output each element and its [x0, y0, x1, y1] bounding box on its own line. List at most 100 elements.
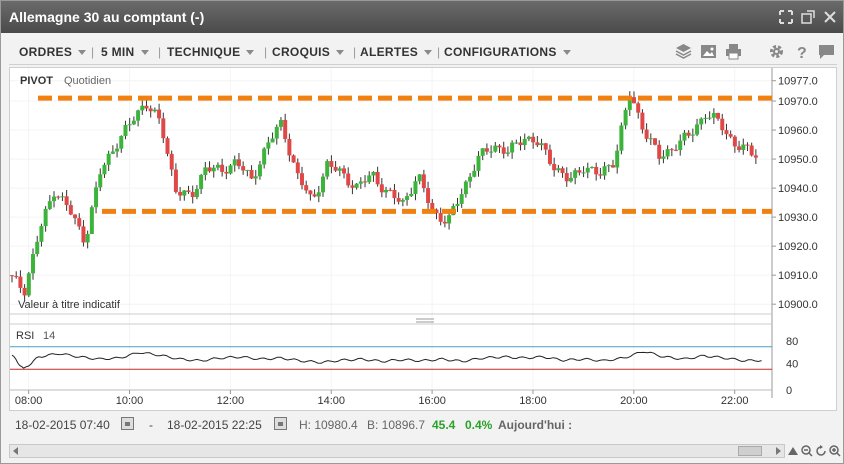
candle	[585, 162, 590, 179]
indicative-note: Valeur à titre indicatif	[18, 299, 121, 311]
rsi-tick-label: 0	[786, 385, 792, 397]
price-chart[interactable]: 10977.0 10970.0 10960.0 10950.0 10940.0 10930…	[10, 68, 838, 412]
candle	[106, 150, 111, 171]
candle	[94, 181, 99, 214]
menu-timeframe[interactable]: 5 MIN	[101, 45, 149, 59]
scroll-right-icon[interactable]	[776, 447, 781, 455]
candle	[657, 140, 662, 165]
candle	[73, 214, 78, 225]
rsi-tick-label: 40	[786, 359, 798, 371]
candle	[737, 140, 742, 153]
candle	[123, 120, 128, 140]
pivot-label: PIVOT	[20, 75, 53, 87]
to-date[interactable]: 18-02-2015 22:25	[167, 418, 262, 432]
candle	[623, 107, 628, 130]
candle	[165, 136, 170, 157]
candle	[602, 162, 607, 180]
menu-orders[interactable]: ORDRES	[19, 45, 87, 59]
print-icon[interactable]	[725, 43, 742, 60]
candle	[489, 145, 494, 158]
candle	[194, 185, 199, 200]
candle	[716, 112, 721, 121]
horizontal-scrollbar[interactable]	[9, 444, 785, 458]
from-calendar-icon[interactable]	[121, 417, 134, 430]
candle	[182, 190, 187, 201]
close-icon[interactable]	[823, 10, 837, 24]
time-tick-label: 20:00	[620, 395, 648, 407]
candle	[480, 148, 485, 161]
candle	[136, 109, 141, 127]
candle	[354, 183, 359, 190]
pane-splitter[interactable]	[416, 318, 434, 323]
candle	[556, 164, 561, 173]
candle	[211, 164, 216, 178]
candle	[363, 175, 368, 188]
candle	[203, 161, 208, 181]
layers-icon[interactable]	[675, 43, 692, 60]
refresh-icon[interactable]	[815, 445, 827, 457]
candle	[497, 144, 502, 154]
price-tick-label: 10940.0	[778, 183, 818, 195]
candle	[295, 158, 300, 180]
candle	[110, 145, 115, 155]
candle	[703, 114, 708, 124]
candle	[253, 169, 258, 185]
window-title: Allemagne 30 au comptant (-)	[9, 9, 205, 25]
candle	[60, 192, 65, 202]
candle	[426, 181, 431, 209]
menu-configurations[interactable]: CONFIGURATIONS	[444, 45, 571, 59]
to-calendar-icon[interactable]	[274, 417, 287, 430]
zoom-out-icon[interactable]	[801, 445, 813, 457]
scroll-up-icon[interactable]	[787, 445, 799, 457]
candle	[262, 147, 267, 169]
candle	[745, 142, 750, 152]
candle	[514, 139, 519, 145]
candle	[627, 91, 632, 117]
menu-croquis[interactable]: CROQUIS	[272, 45, 345, 59]
candle	[39, 223, 44, 247]
date-separator: -	[149, 418, 153, 432]
scroll-thumb[interactable]	[738, 446, 762, 456]
candle	[598, 167, 603, 179]
zoom-in-icon[interactable]	[829, 445, 841, 457]
chart-window: Allemagne 30 au comptant (-) ORDRES | 5 …	[0, 0, 844, 464]
candle	[228, 164, 233, 175]
candle	[636, 101, 641, 119]
candle	[610, 159, 615, 168]
comment-icon[interactable]	[818, 43, 835, 60]
expand-icon[interactable]	[779, 10, 793, 24]
scroll-left-icon[interactable]	[13, 447, 18, 455]
candle	[484, 143, 489, 155]
gear-icon[interactable]	[768, 43, 785, 60]
candle	[472, 164, 477, 178]
candle	[321, 173, 326, 197]
candle	[274, 124, 279, 145]
candle	[392, 183, 397, 205]
from-date[interactable]: 18-02-2015 07:40	[15, 418, 110, 432]
candle	[346, 167, 351, 188]
price-tick-label: 10950.0	[778, 154, 818, 166]
menu-alertes[interactable]: ALERTES	[360, 45, 433, 59]
candle	[152, 107, 157, 113]
candle	[413, 176, 418, 201]
chart-area[interactable]: 10977.0 10970.0 10960.0 10950.0 10940.0 10930…	[9, 67, 837, 411]
candle	[333, 161, 338, 173]
candle	[695, 118, 700, 137]
candle	[47, 195, 52, 211]
candle	[594, 162, 599, 181]
popout-icon[interactable]	[801, 10, 815, 24]
image-icon[interactable]	[700, 43, 717, 60]
candle	[653, 138, 658, 146]
candle	[741, 138, 746, 155]
candle	[52, 191, 57, 208]
candle	[77, 213, 82, 230]
candle	[560, 166, 565, 178]
candle	[131, 116, 136, 126]
price-tick-label: 10960.0	[778, 125, 818, 137]
candle	[325, 159, 330, 180]
candle	[102, 162, 107, 178]
candle	[266, 136, 271, 155]
menu-technique[interactable]: TECHNIQUE	[167, 45, 255, 59]
help-icon[interactable]: ?	[793, 43, 810, 60]
rsi-label: RSI	[16, 330, 34, 342]
